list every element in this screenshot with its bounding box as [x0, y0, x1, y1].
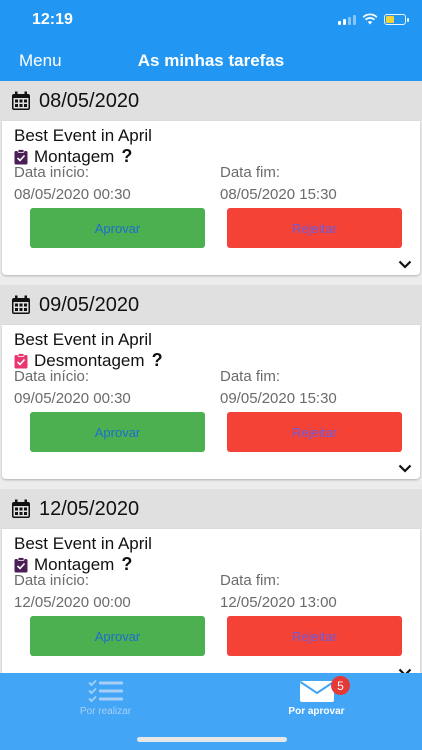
- notification-badge: 5: [331, 676, 350, 695]
- event-name: Best Event in April: [14, 126, 152, 145]
- date-header: 12/05/2020: [0, 489, 422, 529]
- battery-icon: [384, 13, 409, 25]
- question-icon[interactable]: ?: [121, 146, 132, 167]
- checklist-icon: [87, 679, 123, 703]
- envelope-icon: [299, 681, 334, 702]
- end-date-value: 09/05/2020 15:30: [220, 390, 337, 407]
- approve-button[interactable]: Aprovar: [30, 616, 205, 656]
- signal-icon: [338, 14, 356, 25]
- date-label: 08/05/2020: [39, 89, 140, 112]
- clipboard-check-icon: [14, 556, 28, 572]
- chevron-down-icon[interactable]: [398, 464, 412, 473]
- task-list[interactable]: 08/05/2020 Best Event in April Montagem …: [0, 81, 422, 673]
- date-label: 09/05/2020: [39, 293, 140, 316]
- start-date-value: 08/05/2020 00:30: [14, 186, 131, 203]
- chevron-down-icon[interactable]: [398, 260, 412, 269]
- task-group: 09/05/2020 Best Event in April Desmontag…: [0, 285, 422, 489]
- event-name: Best Event in April: [14, 534, 152, 553]
- reject-button[interactable]: Rejeitar: [227, 412, 402, 452]
- question-icon[interactable]: ?: [121, 554, 132, 575]
- reject-button[interactable]: Rejeitar: [227, 616, 402, 656]
- question-icon[interactable]: ?: [152, 350, 163, 371]
- event-name: Best Event in April: [14, 330, 152, 349]
- clipboard-check-icon: [14, 352, 28, 368]
- date-header: 09/05/2020: [0, 285, 422, 325]
- task-card[interactable]: Best Event in April Montagem ? Data iníc…: [2, 121, 420, 275]
- task-card[interactable]: Best Event in April Montagem ? Data iníc…: [2, 529, 420, 673]
- start-date-label: Data início:: [14, 368, 90, 385]
- approve-button[interactable]: Aprovar: [30, 412, 205, 452]
- approve-button[interactable]: Aprovar: [30, 208, 205, 248]
- end-date-value: 12/05/2020 13:00: [220, 594, 337, 611]
- end-date-value: 08/05/2020 15:30: [220, 186, 337, 203]
- page-title: As minhas tarefas: [137, 51, 285, 70]
- task-card[interactable]: Best Event in April Desmontagem ? Data i…: [2, 325, 420, 479]
- home-indicator: [137, 737, 287, 742]
- start-date-value: 12/05/2020 00:00: [14, 594, 131, 611]
- clipboard-check-icon: [14, 148, 28, 164]
- task-group: 08/05/2020 Best Event in April Montagem …: [0, 81, 422, 285]
- end-date-label: Data fim:: [220, 164, 281, 181]
- tab-label: Por realizar: [79, 706, 132, 717]
- calendar-icon: [12, 499, 30, 518]
- date-label: 12/05/2020: [39, 497, 140, 520]
- date-header: 08/05/2020: [0, 81, 422, 121]
- task-group: 12/05/2020 Best Event in April Montagem …: [0, 489, 422, 673]
- start-date-label: Data início:: [14, 572, 90, 589]
- end-date-label: Data fim:: [220, 368, 281, 385]
- tab-label: Por aprovar: [288, 706, 345, 717]
- start-date-value: 09/05/2020 00:30: [14, 390, 131, 407]
- calendar-icon: [12, 91, 30, 110]
- status-icons: [338, 13, 409, 25]
- screen: 12:19 Menu As minhas tarefas 08/05/2020 …: [0, 0, 422, 750]
- status-time: 12:19: [32, 11, 73, 28]
- wifi-icon: [362, 13, 378, 25]
- reject-button[interactable]: Rejeitar: [227, 208, 402, 248]
- start-date-label: Data início:: [14, 164, 90, 181]
- calendar-icon: [12, 295, 30, 314]
- end-date-label: Data fim:: [220, 572, 281, 589]
- app-header: 12:19 Menu As minhas tarefas: [0, 0, 422, 81]
